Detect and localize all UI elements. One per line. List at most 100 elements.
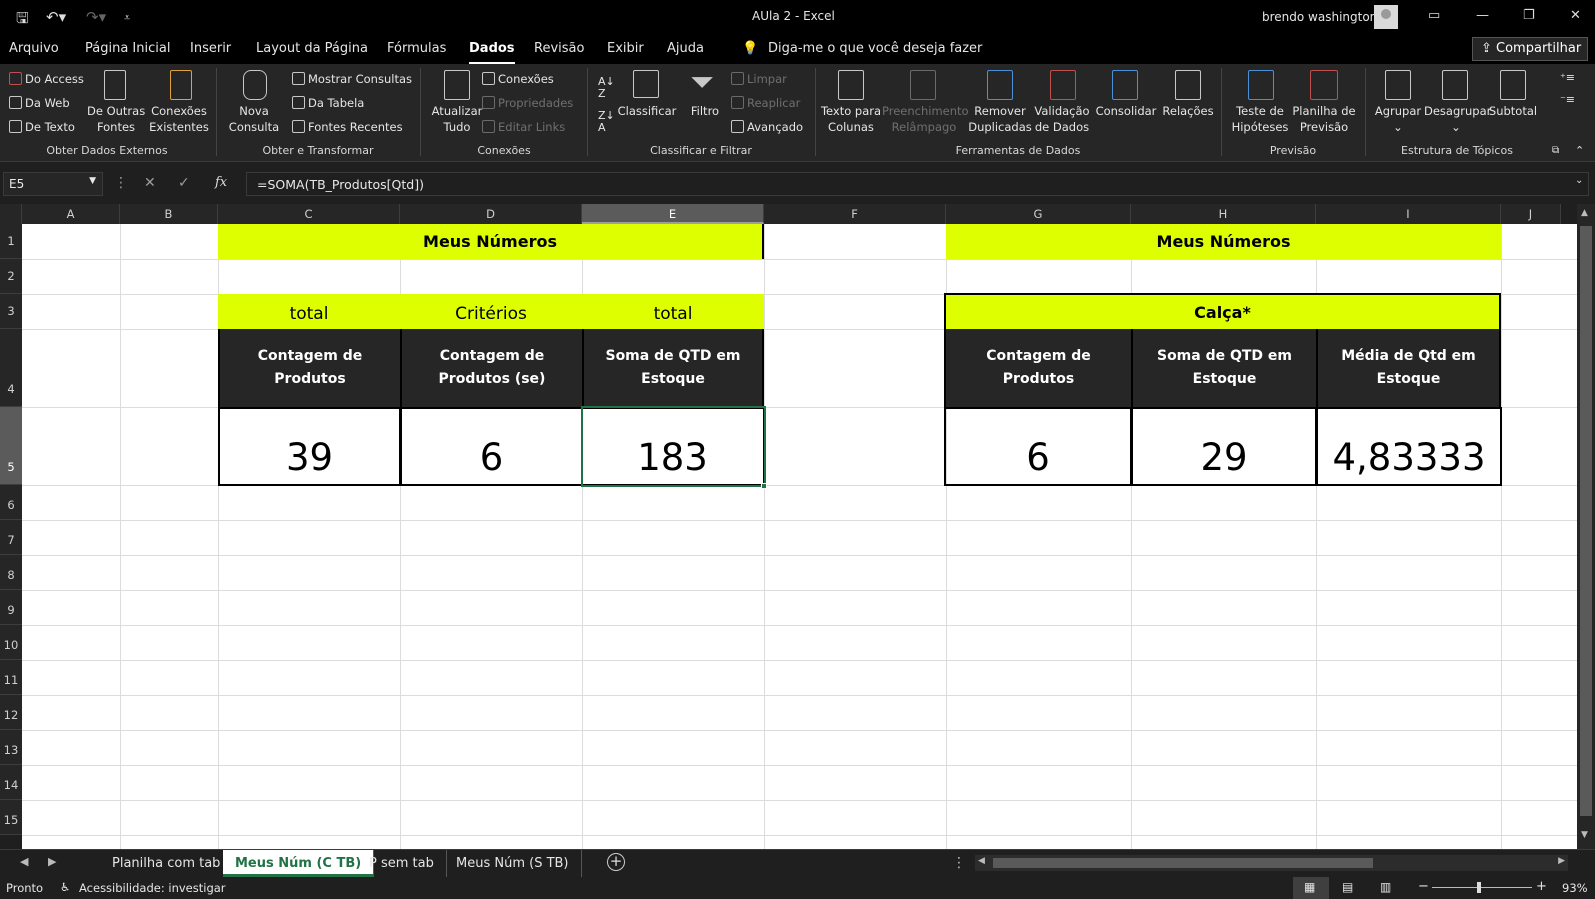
hide-detail-icon[interactable]: ⁻≡ bbox=[1560, 92, 1575, 108]
properties-button[interactable]: Propriedades bbox=[482, 95, 573, 111]
recent-sources-button[interactable]: Fontes Recentes bbox=[292, 119, 403, 135]
row-header-14[interactable]: 14 bbox=[0, 765, 22, 800]
row-header-12[interactable]: 12 bbox=[0, 695, 22, 730]
cell-area[interactable]: Meus Números total Critérios total Conta… bbox=[22, 224, 1577, 849]
row-header-6[interactable]: 6 bbox=[0, 485, 22, 520]
zoom-in-icon[interactable]: + bbox=[1536, 879, 1547, 894]
cell-d3[interactable]: Critérios bbox=[400, 294, 582, 329]
col-header-g[interactable]: G bbox=[946, 204, 1131, 224]
tab-planilha-com-tab[interactable]: Planilha com tab bbox=[100, 850, 234, 877]
row-header-7[interactable]: 7 bbox=[0, 520, 22, 555]
zoom-out-icon[interactable]: − bbox=[1418, 879, 1429, 894]
fill-handle[interactable] bbox=[761, 483, 767, 489]
left-table-title[interactable]: Meus Números bbox=[218, 224, 764, 259]
avatar[interactable] bbox=[1374, 5, 1398, 29]
ungroup-button[interactable]: Desagrupar ⌄ bbox=[1424, 103, 1491, 135]
cell-g3[interactable]: Calça* bbox=[944, 293, 1501, 330]
cell-e3[interactable]: total bbox=[582, 294, 764, 329]
expand-formula-icon[interactable]: ⌄ bbox=[1575, 175, 1583, 186]
other-sources-button[interactable]: De Outras Fontes bbox=[87, 103, 145, 135]
collapse-ribbon-icon[interactable]: ⌃ bbox=[1575, 143, 1584, 159]
menu-pagina-inicial[interactable]: Página Inicial bbox=[85, 41, 170, 56]
cell-h5[interactable]: 29 bbox=[1131, 407, 1317, 486]
hscroll-thumb[interactable] bbox=[993, 858, 1373, 868]
zoom-slider[interactable] bbox=[1432, 887, 1532, 888]
flash-fill-button[interactable]: Preenchimento Relâmpago bbox=[882, 103, 969, 135]
tab-p-sem-tab[interactable]: P sem tab bbox=[357, 850, 447, 877]
tell-me-search[interactable]: Diga-me o que você deseja fazer bbox=[768, 41, 982, 56]
reapply-button[interactable]: Reaplicar bbox=[731, 95, 800, 111]
enter-icon[interactable]: ✓ bbox=[178, 175, 190, 191]
new-query-button[interactable]: Nova Consulta bbox=[222, 103, 286, 135]
customize-toolbar-icon[interactable]: ⩡ bbox=[124, 11, 130, 25]
cell-c5[interactable]: 39 bbox=[218, 407, 401, 486]
cell-e4[interactable]: Soma de QTD em Estoque bbox=[582, 329, 764, 407]
existing-connections-button[interactable]: Conexões Existentes bbox=[149, 103, 209, 135]
col-header-c[interactable]: C bbox=[218, 204, 400, 224]
row-header-10[interactable]: 10 bbox=[0, 625, 22, 660]
cell-d4[interactable]: Contagem de Produtos (se) bbox=[400, 329, 582, 407]
tab-scroll-left-icon[interactable]: ◀ bbox=[20, 855, 28, 868]
from-access-button[interactable]: Do Access bbox=[9, 71, 84, 87]
select-all-corner[interactable] bbox=[0, 204, 22, 224]
menu-inserir[interactable]: Inserir bbox=[190, 41, 231, 56]
tab-scroll-right-icon[interactable]: ▶ bbox=[48, 855, 56, 868]
forecast-sheet-button[interactable]: Planilha de Previsão bbox=[1290, 103, 1358, 135]
cell-c4[interactable]: Contagem de Produtos bbox=[218, 329, 400, 407]
sort-az-button[interactable]: A↓ Z bbox=[598, 76, 615, 100]
row-header-13[interactable]: 13 bbox=[0, 730, 22, 765]
text-to-columns-button[interactable]: Texto para Colunas bbox=[818, 103, 884, 135]
cell-i5[interactable]: 4,83333 bbox=[1316, 407, 1502, 486]
cell-c3[interactable]: total bbox=[218, 294, 400, 329]
cell-g4[interactable]: Contagem de Produtos bbox=[944, 329, 1131, 407]
minimize-icon[interactable]: — bbox=[1476, 8, 1489, 23]
tab-splitter-icon[interactable]: ⋮ bbox=[952, 855, 966, 871]
tab-meus-num-c-tb[interactable]: Meus Núm (C TB) bbox=[223, 850, 375, 877]
row-header-8[interactable]: 8 bbox=[0, 555, 22, 590]
sort-za-button[interactable]: Z↓ A bbox=[598, 110, 615, 134]
hscroll-left-icon[interactable]: ◀ bbox=[978, 856, 985, 866]
col-header-j[interactable]: J bbox=[1501, 204, 1561, 224]
scroll-down-icon[interactable]: ▼ bbox=[1581, 830, 1588, 840]
row-header-2[interactable]: 2 bbox=[0, 259, 22, 294]
from-table-button[interactable]: Da Tabela bbox=[292, 95, 364, 111]
col-header-b[interactable]: B bbox=[120, 204, 218, 224]
menu-layout[interactable]: Layout da Página bbox=[256, 41, 368, 56]
from-web-button[interactable]: Da Web bbox=[9, 95, 70, 111]
cell-g5[interactable]: 6 bbox=[944, 407, 1132, 486]
redo-icon[interactable]: ↷▾ bbox=[86, 8, 106, 26]
menu-exibir[interactable]: Exibir bbox=[607, 41, 644, 56]
add-sheet-icon[interactable]: + bbox=[607, 853, 625, 871]
menu-arquivo[interactable]: Arquivo bbox=[9, 41, 59, 56]
clear-button[interactable]: Limpar bbox=[731, 71, 787, 87]
col-header-f[interactable]: F bbox=[764, 204, 946, 224]
cell-d5[interactable]: 6 bbox=[400, 407, 583, 486]
menu-ajuda[interactable]: Ajuda bbox=[667, 41, 704, 56]
refresh-all-button[interactable]: Atualizar Tudo bbox=[424, 103, 490, 135]
remove-duplicates-button[interactable]: Remover Duplicadas bbox=[966, 103, 1034, 135]
share-button[interactable]: ⇪ Compartilhar bbox=[1472, 37, 1588, 61]
formula-input[interactable]: =SOMA(TB_Produtos[Qtd]) bbox=[246, 172, 1589, 196]
show-queries-button[interactable]: Mostrar Consultas bbox=[292, 71, 412, 87]
col-header-a[interactable]: A bbox=[22, 204, 120, 224]
filter-button[interactable]: Filtro bbox=[680, 103, 730, 119]
menu-revisao[interactable]: Revisão bbox=[534, 41, 584, 56]
connections-button[interactable]: Conexões bbox=[482, 71, 554, 87]
cell-i4[interactable]: Média de Qtd em Estoque bbox=[1316, 329, 1501, 407]
row-header-4[interactable]: 4 bbox=[0, 329, 22, 407]
advanced-button[interactable]: Avançado bbox=[731, 119, 803, 135]
scrollbar-thumb[interactable] bbox=[1580, 226, 1592, 816]
row-header-1[interactable]: 1 bbox=[0, 224, 22, 259]
col-header-h[interactable]: H bbox=[1131, 204, 1316, 224]
tab-meus-num-s-tb[interactable]: Meus Núm (S TB) bbox=[444, 850, 582, 877]
group-button[interactable]: Agrupar ⌄ bbox=[1368, 103, 1428, 135]
maximize-icon[interactable]: ❐ bbox=[1523, 8, 1535, 23]
scroll-up-icon[interactable]: ▲ bbox=[1581, 208, 1588, 218]
row-header-11[interactable]: 11 bbox=[0, 660, 22, 695]
sort-button[interactable]: Classificar bbox=[616, 103, 678, 119]
dialog-launcher-icon[interactable]: ⧉ bbox=[1552, 143, 1559, 159]
ribbon-display-icon[interactable]: ▭ bbox=[1428, 8, 1440, 23]
menu-formulas[interactable]: Fórmulas bbox=[387, 41, 446, 56]
name-box[interactable]: E5 ▼ bbox=[3, 172, 103, 196]
zoom-slider-handle[interactable] bbox=[1477, 882, 1481, 893]
